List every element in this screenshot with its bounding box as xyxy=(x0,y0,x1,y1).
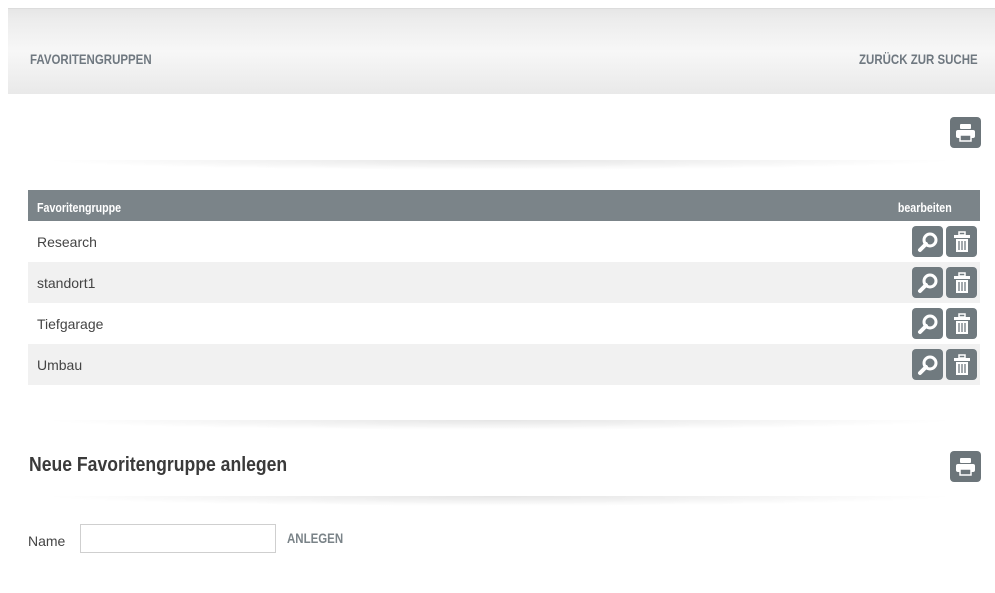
printer-icon xyxy=(956,124,975,142)
view-group-button[interactable] xyxy=(912,267,943,298)
table-header-row: Favoritengruppe bearbeiten xyxy=(28,190,980,221)
table-row: Research xyxy=(28,221,980,262)
delete-group-button[interactable] xyxy=(946,267,977,298)
group-name-cell[interactable]: standort1 xyxy=(28,262,860,303)
print-button-top[interactable] xyxy=(950,117,981,148)
view-group-button[interactable] xyxy=(912,226,943,257)
print-button-bottom[interactable] xyxy=(950,451,981,482)
group-name-cell[interactable]: Research xyxy=(28,221,860,262)
view-group-button[interactable] xyxy=(912,349,943,380)
trash-icon xyxy=(953,230,970,252)
printer-icon xyxy=(956,458,975,476)
row-actions xyxy=(860,344,980,385)
view-group-button[interactable] xyxy=(912,308,943,339)
divider xyxy=(40,420,960,430)
divider xyxy=(40,160,960,170)
delete-group-button[interactable] xyxy=(946,308,977,339)
delete-group-button[interactable] xyxy=(946,349,977,380)
create-group-button[interactable]: ANLEGEN xyxy=(287,530,343,546)
trash-icon xyxy=(953,353,970,375)
trash-icon xyxy=(953,271,970,293)
row-actions xyxy=(860,303,980,344)
magnifier-icon xyxy=(917,232,937,252)
trash-icon xyxy=(953,312,970,334)
table-row: Umbau xyxy=(28,344,980,385)
new-group-heading: Neue Favoritengruppe anlegen xyxy=(29,454,288,476)
favorite-groups-table: Favoritengruppe bearbeiten Research stan… xyxy=(28,190,980,385)
magnifier-icon xyxy=(917,355,937,375)
magnifier-icon xyxy=(917,273,937,293)
page-title: FAVORITENGRUPPEN xyxy=(30,51,152,67)
row-actions xyxy=(860,221,980,262)
column-header-group: Favoritengruppe xyxy=(28,190,860,221)
top-header-bar: FAVORITENGRUPPEN ZURÜCK ZUR SUCHE xyxy=(8,8,995,94)
back-to-search-link[interactable]: ZURÜCK ZUR SUCHE xyxy=(859,51,978,67)
column-header-edit: bearbeiten xyxy=(860,190,980,221)
table-row: standort1 xyxy=(28,262,980,303)
divider xyxy=(40,496,960,506)
group-name-cell[interactable]: Umbau xyxy=(28,344,860,385)
name-label: Name xyxy=(28,533,66,549)
group-name-input[interactable] xyxy=(80,524,276,553)
table-row: Tiefgarage xyxy=(28,303,980,344)
row-actions xyxy=(860,262,980,303)
group-name-cell[interactable]: Tiefgarage xyxy=(28,303,860,344)
magnifier-icon xyxy=(917,314,937,334)
delete-group-button[interactable] xyxy=(946,226,977,257)
